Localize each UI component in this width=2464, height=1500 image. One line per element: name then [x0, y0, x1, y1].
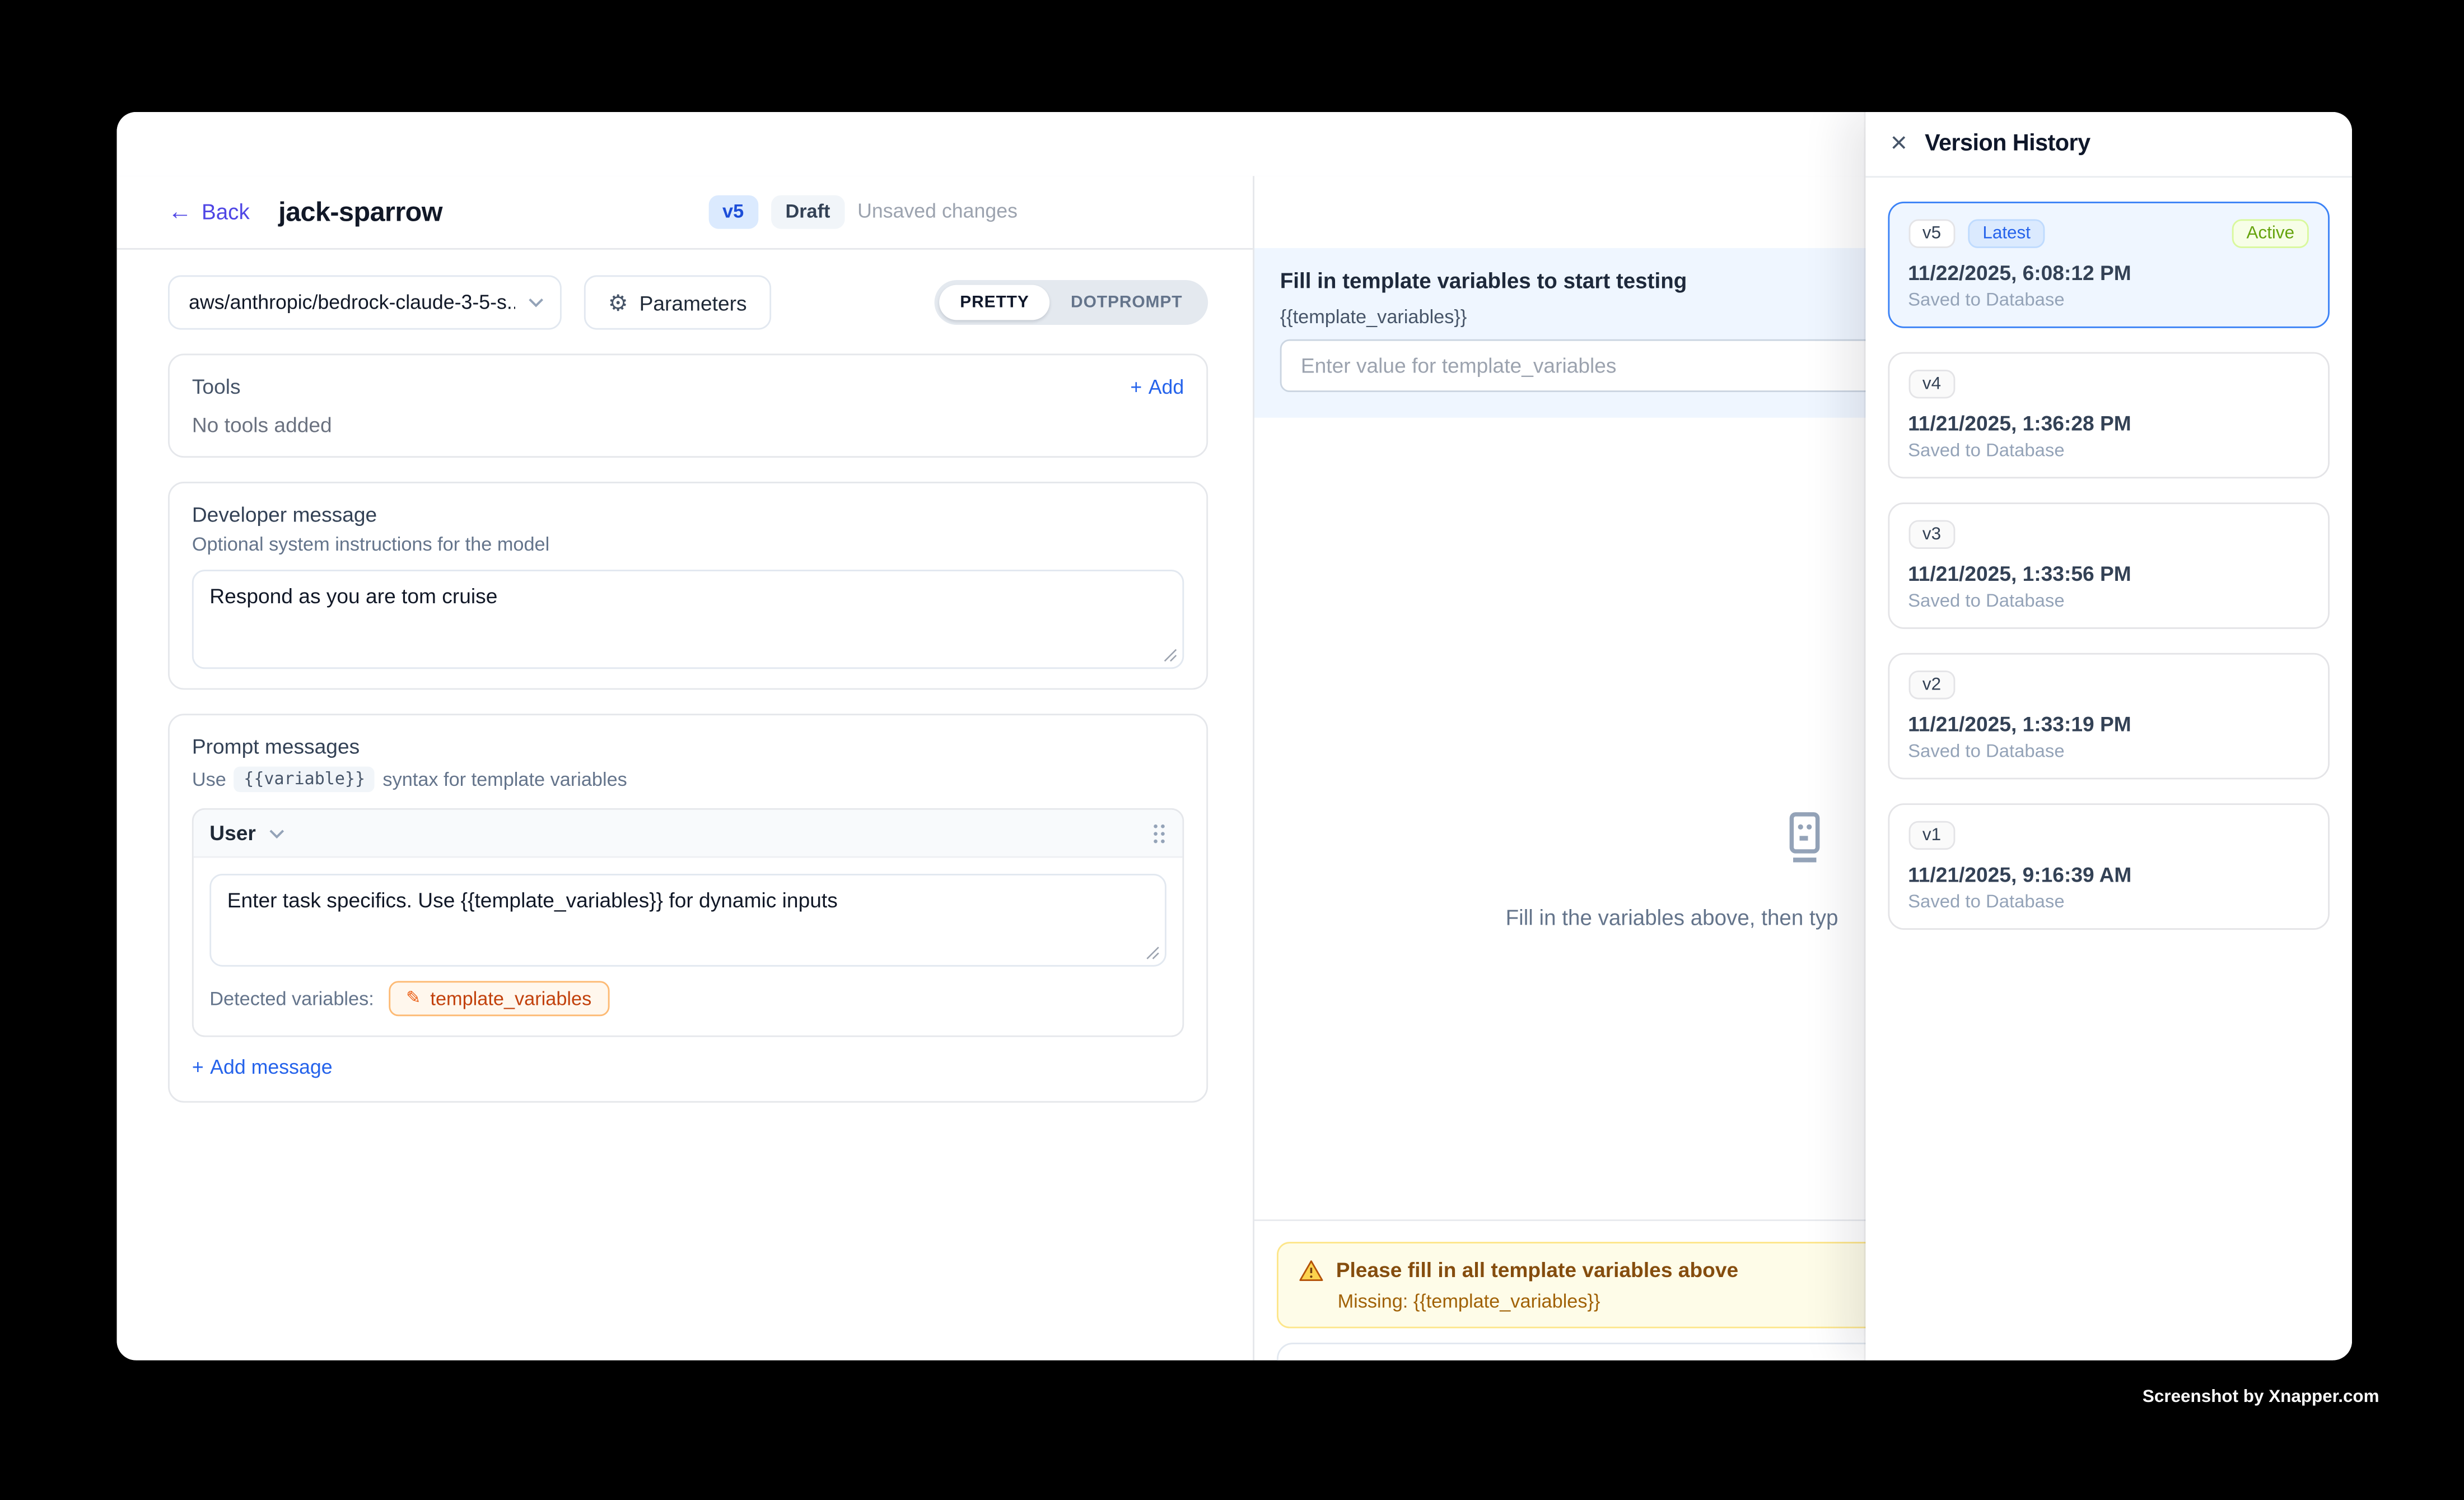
draft-badge: Draft — [771, 195, 844, 228]
plus-icon: + — [1130, 375, 1142, 398]
unsaved-changes-label: Unsaved changes — [857, 201, 1018, 223]
watermark-label: Screenshot by Xnapper.com — [2143, 1387, 2379, 1406]
toggle-pretty[interactable]: PRETTY — [939, 285, 1050, 320]
template-variable-chip[interactable]: ✎ template_variables — [389, 981, 609, 1016]
bot-face-icon — [1775, 808, 1834, 868]
back-label: Back — [202, 200, 250, 224]
model-select-value: aws/anthropic/bedrock-claude-3-5-s... — [189, 291, 515, 314]
detected-variables-label: Detected variables: — [209, 987, 374, 1010]
version-item-v2[interactable]: v2 11/21/2025, 1:33:19 PM Saved to Datab… — [1887, 653, 2330, 780]
developer-message-input[interactable]: Respond as you are tom cruise — [209, 584, 1166, 655]
version-timestamp: 11/21/2025, 1:33:19 PM — [1908, 712, 2309, 736]
model-select[interactable]: aws/anthropic/bedrock-claude-3-5-s... — [168, 275, 562, 329]
page-title: jack-sparrow — [278, 196, 442, 228]
chevron-down-icon — [528, 297, 544, 307]
developer-message-title: Developer message — [192, 502, 1184, 527]
resize-handle-icon[interactable] — [1163, 648, 1178, 663]
version-number-badge: v1 — [1908, 821, 1956, 850]
hint-prefix: Use — [192, 768, 226, 790]
add-message-label: Add message — [210, 1056, 332, 1079]
prompt-messages-card: Prompt messages Use {{variable}} syntax … — [168, 714, 1208, 1102]
detected-variables-row: Detected variables: ✎ template_variables — [209, 981, 1166, 1016]
version-timestamp: 11/21/2025, 1:36:28 PM — [1908, 411, 2309, 435]
version-saved-status: Saved to Database — [1908, 442, 2309, 461]
parameters-label: Parameters — [640, 291, 747, 315]
add-tool-label: Add — [1149, 375, 1184, 398]
chevron-down-icon[interactable] — [269, 828, 285, 838]
message-role-bar: User — [194, 810, 1183, 858]
version-timestamp: 11/22/2025, 6:08:12 PM — [1908, 261, 2309, 285]
screenshot-stage: ← Back jack-sparrow v5 Draft Unsaved cha… — [0, 0, 2464, 1500]
developer-message-subtitle: Optional system instructions for the mod… — [192, 533, 1184, 555]
back-arrow-icon: ← — [168, 200, 192, 224]
latest-badge: Latest — [1968, 219, 2045, 248]
editor-header: ← Back jack-sparrow v5 Draft Unsaved cha… — [117, 176, 1253, 249]
warning-title: Please fill in all template variables ab… — [1336, 1258, 1738, 1282]
version-list: v5 Latest Active 11/22/2025, 6:08:12 PM … — [1865, 178, 2352, 954]
version-number-badge: v3 — [1908, 520, 1956, 549]
header-badges: v5 Draft Unsaved changes — [708, 195, 1018, 228]
developer-message-card: Developer message Optional system instru… — [168, 482, 1208, 690]
message-input[interactable]: Enter task specifics. Use {{template_var… — [227, 888, 1149, 952]
back-button[interactable]: ← Back — [168, 200, 250, 224]
resize-handle-icon[interactable] — [1146, 946, 1160, 961]
version-saved-status: Saved to Database — [1908, 592, 2309, 611]
message-role-select[interactable]: User — [209, 821, 256, 845]
version-saved-status: Saved to Database — [1908, 291, 2309, 310]
developer-message-field-wrap: Respond as you are tom cruise — [192, 570, 1184, 669]
editor-column: ← Back jack-sparrow v5 Draft Unsaved cha… — [117, 176, 1254, 1359]
version-item-v4[interactable]: v4 11/21/2025, 1:36:28 PM Saved to Datab… — [1887, 352, 2330, 479]
version-item-v1[interactable]: v1 11/21/2025, 9:16:39 AM Saved to Datab… — [1887, 803, 2330, 930]
tools-title: Tools — [192, 375, 241, 399]
add-message-button[interactable]: + Add message — [192, 1056, 333, 1079]
drag-handle-icon[interactable] — [1152, 822, 1166, 844]
add-tool-button[interactable]: + Add — [1130, 375, 1184, 398]
version-badge: v5 — [708, 195, 758, 228]
gear-icon: ⚙ — [608, 291, 628, 314]
version-saved-status: Saved to Database — [1908, 743, 2309, 762]
plus-icon: + — [192, 1056, 204, 1079]
version-history-header: × Version History — [1865, 112, 2352, 178]
prompt-syntax-hint: Use {{variable}} syntax for template var… — [192, 767, 1184, 793]
variable-syntax-chip: {{variable}} — [234, 767, 375, 793]
template-variable-name: template_variables — [430, 987, 591, 1010]
version-number-badge: v5 — [1908, 219, 1956, 248]
version-saved-status: Saved to Database — [1908, 893, 2309, 912]
version-number-badge: v4 — [1908, 370, 1956, 398]
version-timestamp: 11/21/2025, 9:16:39 AM — [1908, 863, 2309, 887]
tools-card: Tools + Add No tools added — [168, 353, 1208, 458]
parameters-button[interactable]: ⚙ Parameters — [584, 275, 771, 329]
format-toggle: PRETTY DOTPROMPT — [935, 280, 1208, 325]
app-window: ← Back jack-sparrow v5 Draft Unsaved cha… — [117, 112, 2352, 1359]
version-number-badge: v2 — [1908, 670, 1956, 699]
model-toolbar: aws/anthropic/bedrock-claude-3-5-s... ⚙ … — [168, 275, 1208, 329]
version-history-title: Version History — [1925, 131, 2090, 157]
version-timestamp: 11/21/2025, 1:33:56 PM — [1908, 562, 2309, 586]
version-history-panel: × Version History v5 Latest Active 11/22… — [1865, 112, 2352, 1359]
close-icon[interactable]: × — [1891, 128, 1907, 157]
warning-triangle-icon — [1299, 1259, 1323, 1281]
pencil-icon: ✎ — [406, 990, 421, 1007]
version-item-v3[interactable]: v3 11/21/2025, 1:33:56 PM Saved to Datab… — [1887, 502, 2330, 629]
tools-empty-text: No tools added — [192, 413, 1184, 437]
prompt-messages-title: Prompt messages — [192, 734, 1184, 758]
empty-state-text: Fill in the variables above, then typ — [1506, 906, 1838, 930]
hint-suffix: syntax for template variables — [382, 768, 627, 790]
editor-content: aws/anthropic/bedrock-claude-3-5-s... ⚙ … — [117, 250, 1253, 1129]
message-body: Enter task specifics. Use {{template_var… — [194, 858, 1183, 1035]
active-badge: Active — [2232, 219, 2309, 248]
message-field-wrap: Enter task specifics. Use {{template_var… — [209, 874, 1166, 967]
toggle-dotprompt[interactable]: DOTPROMPT — [1050, 285, 1203, 320]
version-item-v5[interactable]: v5 Latest Active 11/22/2025, 6:08:12 PM … — [1887, 202, 2330, 328]
message-block: User Enter task specifics. Use {{templat… — [192, 808, 1184, 1037]
